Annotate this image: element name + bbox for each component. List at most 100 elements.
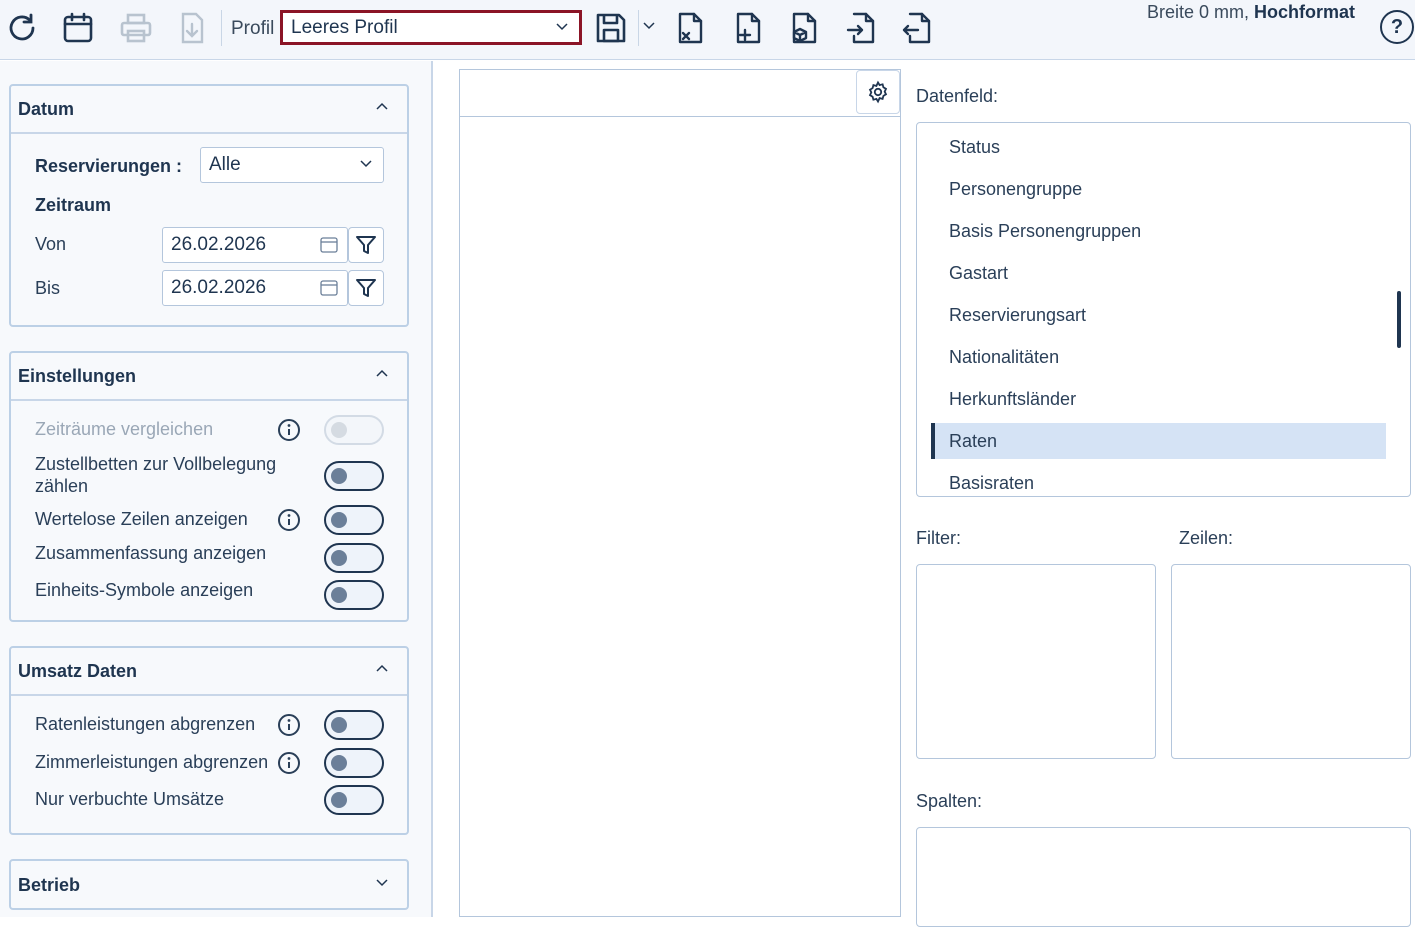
toggle-nur-verbuchte[interactable] <box>324 785 384 815</box>
zeilen-label: Zeilen: <box>1179 528 1234 548</box>
list-scrollbar[interactable] <box>1397 291 1401 348</box>
datum-card-title: Datum <box>18 98 75 119</box>
toggle-knob <box>331 792 347 808</box>
umsatz-daten-card-title: Umsatz Daten <box>18 660 138 681</box>
toggle-zimmerleistungen[interactable] <box>324 748 384 778</box>
reservierungen-select[interactable]: Alle <box>200 147 384 183</box>
filter-drop-zone[interactable] <box>916 564 1156 759</box>
format-width-text: Breite 0 mm, <box>1147 2 1255 22</box>
toggle-knob <box>331 717 347 733</box>
chevron-up-icon <box>376 102 388 110</box>
info-icon[interactable] <box>277 508 301 532</box>
filter-icon <box>356 236 376 254</box>
format-orientation-text: Hochformat <box>1254 2 1356 22</box>
new-profile-icon[interactable] <box>728 8 768 48</box>
betrieb-card-title: Betrieb <box>18 874 81 895</box>
profile-select-value: Leeres Profil <box>291 17 398 38</box>
profile-select[interactable]: Leeres Profil <box>280 10 582 45</box>
toggle-wertelose-zeilen[interactable] <box>324 505 384 535</box>
report-preview-header <box>460 70 900 117</box>
settings-button[interactable] <box>856 70 900 114</box>
toggle-knob <box>331 468 347 484</box>
list-item[interactable]: Personengruppe <box>931 171 1386 207</box>
list-item-selected[interactable]: Raten <box>931 423 1386 459</box>
toolbar-divider <box>638 10 639 46</box>
gear-icon <box>868 80 888 104</box>
betrieb-card-header[interactable]: Betrieb <box>11 861 407 909</box>
chevron-up-icon <box>376 664 388 672</box>
list-item[interactable]: Basisraten <box>931 465 1386 496</box>
import-profile-icon[interactable] <box>842 8 882 48</box>
von-date-value: 26.02.2026 <box>171 234 267 255</box>
umsatz-daten-card-header[interactable]: Umsatz Daten <box>11 648 407 696</box>
einstellungen-card: Einstellungen Zeiträume vergleichen Zust… <box>9 351 409 622</box>
help-icon[interactable]: ? <box>1380 10 1414 44</box>
list-item[interactable]: Nationalitäten <box>931 339 1386 375</box>
einstellungen-card-header[interactable]: Einstellungen <box>11 353 407 401</box>
refresh-icon[interactable] <box>2 8 42 48</box>
info-icon[interactable] <box>277 418 301 442</box>
list-item[interactable]: Gastart <box>931 255 1386 291</box>
list-item[interactable]: Basis Personengruppen <box>931 213 1386 249</box>
toggle-zeitraeume-vergleichen <box>324 415 384 445</box>
bis-filter-button[interactable] <box>348 270 384 306</box>
bis-date-value: 26.02.2026 <box>171 277 267 298</box>
spalten-label: Spalten: <box>916 791 983 811</box>
settings-sidebar: Datum Reservierungen : Alle Zeitraum Von… <box>0 61 433 917</box>
datum-card-header[interactable]: Datum <box>11 86 407 134</box>
info-icon[interactable] <box>277 713 301 737</box>
export-profile-icon[interactable] <box>898 8 938 48</box>
option-zimmerleistungen-label: Zimmerleistungen abgrenzen <box>35 752 269 772</box>
von-label: Von <box>35 234 67 254</box>
zeitraum-label: Zeitraum <box>35 195 112 215</box>
option-zusammenfassung-label: Zusammenfassung anzeigen <box>35 543 267 563</box>
list-item[interactable]: Status <box>931 129 1386 165</box>
spalten-drop-zone[interactable] <box>916 827 1411 927</box>
filter-icon <box>356 279 376 297</box>
datum-card: Datum Reservierungen : Alle Zeitraum Von… <box>9 84 409 327</box>
toggle-zusammenfassung[interactable] <box>324 543 384 573</box>
option-zeitraeume-vergleichen-label: Zeiträume vergleichen <box>35 419 214 439</box>
info-icon[interactable] <box>277 751 301 775</box>
toggle-zustellbetten[interactable] <box>324 461 384 491</box>
bis-label: Bis <box>35 278 61 298</box>
bis-date-input[interactable]: 26.02.2026 <box>162 270 348 306</box>
toggle-knob <box>331 587 347 603</box>
toggle-ratenleistungen[interactable] <box>324 710 384 740</box>
toggle-knob <box>331 422 347 438</box>
option-ratenleistungen-label: Ratenleistungen abgrenzen <box>35 714 256 734</box>
von-date-input[interactable]: 26.02.2026 <box>162 227 348 263</box>
toggle-knob <box>331 512 347 528</box>
option-nur-verbuchte-label: Nur verbuchte Umsätze <box>35 789 225 809</box>
toggle-knob <box>331 755 347 771</box>
list-item[interactable]: Herkunftsländer <box>931 381 1386 417</box>
page-format-info: Breite 0 mm, Hochformat <box>1147 2 1355 23</box>
toggle-einheits-symbole[interactable] <box>324 580 384 610</box>
reservierungen-select-value: Alle <box>209 154 241 175</box>
calendar-icon[interactable] <box>320 237 338 253</box>
profile-label: Profil <box>231 18 275 39</box>
save-icon[interactable] <box>591 8 631 48</box>
chevron-down-icon <box>376 879 388 887</box>
datenfeld-list: Status Personengruppe Basis Personengrup… <box>916 122 1411 497</box>
option-zustellbetten-label: Zustellbetten zur Vollbelegung zählen <box>35 454 277 496</box>
calendar-icon[interactable] <box>58 8 98 48</box>
list-item[interactable]: Reservierungsart <box>931 297 1386 333</box>
toolbar-divider <box>221 10 222 46</box>
betrieb-card: Betrieb <box>9 859 409 910</box>
save-dropdown-chevron-icon[interactable] <box>642 20 656 30</box>
help-icon-glyph: ? <box>1390 15 1404 38</box>
einstellungen-card-title: Einstellungen <box>18 365 137 386</box>
delete-profile-icon[interactable] <box>670 8 710 48</box>
zeilen-drop-zone[interactable] <box>1171 564 1411 759</box>
chevron-up-icon <box>376 369 388 377</box>
calendar-icon[interactable] <box>320 280 338 296</box>
filter-label: Filter: <box>916 528 961 548</box>
option-einheits-symbole-label: Einheits-Symbole anzeigen <box>35 580 254 600</box>
chevron-down-icon <box>360 160 372 168</box>
von-filter-button[interactable] <box>348 227 384 263</box>
reservierungen-label: Reservierungen : <box>35 156 183 176</box>
profile-package-icon[interactable] <box>784 8 824 48</box>
datenfeld-label: Datenfeld: <box>916 86 999 106</box>
toggle-knob <box>331 550 347 566</box>
